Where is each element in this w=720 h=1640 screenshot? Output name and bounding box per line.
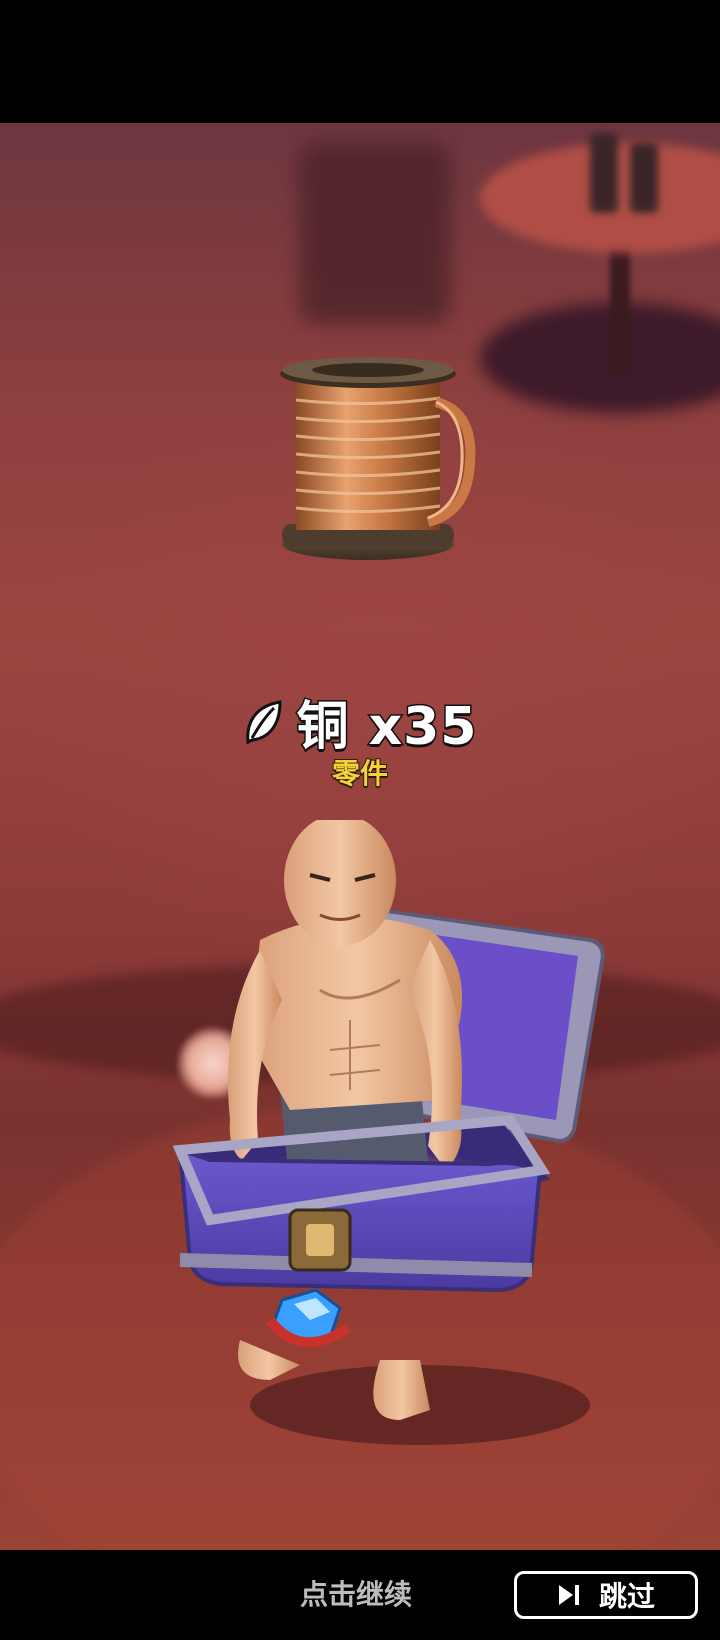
status-bar-area [0, 0, 720, 123]
skip-button[interactable]: 跳过 [514, 1571, 698, 1619]
skip-label: 跳过 [598, 1580, 655, 1613]
copper-spool-icon [280, 357, 476, 560]
background-bottle [590, 133, 618, 213]
game-screen[interactable]: 铜 x35 零件 点击继续 跳过 [0, 0, 720, 1640]
leaf-icon [246, 699, 282, 744]
background-table-shadow [480, 303, 720, 413]
character-in-chest [172, 820, 605, 1445]
reward-title: 铜 x35 [0, 684, 720, 759]
item-category: 零件 [331, 756, 389, 791]
tap-to-continue-label[interactable]: 点击继续 [300, 1573, 412, 1613]
background-chair [300, 143, 450, 323]
item-name-quantity: 铜 x35 [295, 696, 478, 759]
background-bottle [630, 143, 658, 213]
skip-forward-icon [558, 1585, 579, 1605]
